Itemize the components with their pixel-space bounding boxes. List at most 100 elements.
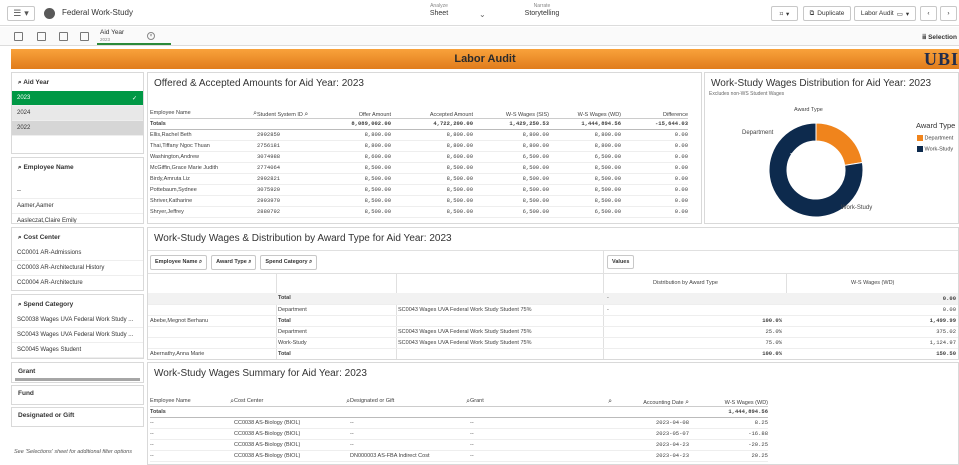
table-row[interactable]: Abebe,Megnot Berhanu Total 100.0% 1,499.99: [148, 315, 958, 326]
column-header[interactable]: Distribution by Award Type: [653, 280, 718, 286]
duplicate-button[interactable]: ⧉ Duplicate: [803, 6, 851, 21]
list-item[interactable]: Aamer,Aamer: [12, 199, 143, 214]
filter-pane-grant[interactable]: Grant: [11, 362, 144, 383]
table-row[interactable]: -- CC0038 AS-Biology (BIOL) DN000003 AS-FB…: [150, 450, 768, 461]
legend-item-work-study[interactable]: Work-Study: [917, 146, 953, 152]
table-cell: 8,800.00: [364, 142, 391, 149]
smart-search-icon[interactable]: [14, 32, 23, 41]
table-cell: --: [470, 452, 474, 459]
next-sheet-button[interactable]: ›: [940, 6, 957, 21]
list-item[interactable]: CC0003 AR-Architectural History: [12, 261, 143, 276]
donut-slice-department[interactable]: [815, 122, 863, 166]
column-header[interactable]: Offer Amount: [317, 97, 391, 118]
table-cell: Ellis,Rachel Beth: [150, 131, 192, 138]
table-row[interactable]: Washington,Andrew 3074988 8,600.00 8,600.00…: [150, 151, 688, 162]
filter-pane-employee-name[interactable]: ⌕ Employee Name -- Aamer,Aamer Aasleczat…: [11, 157, 144, 224]
selections-tool-button[interactable]: ⅲ Selection: [922, 33, 957, 41]
legend-item-department[interactable]: Department: [917, 135, 953, 141]
table-row[interactable]: -- CC0038 AS-Biology (BIOL) -- -- 2023-04-08…: [150, 417, 768, 428]
list-item-label: 2023: [17, 95, 31, 101]
clear-icon[interactable]: ×: [147, 32, 155, 40]
column-header[interactable]: Designated or Gift ⌕: [350, 385, 470, 406]
selections-label: Selection: [928, 34, 957, 41]
totals-cell: [612, 406, 689, 417]
logo: UBI: [923, 49, 959, 69]
table-row[interactable]: Department SC0043 Wages UVA Federal Work …: [148, 326, 958, 337]
bookmark-button[interactable]: ⌑ ▾: [771, 6, 798, 21]
list-item[interactable]: CC0001 AR-Admissions: [12, 246, 143, 261]
clear-selections-icon[interactable]: [80, 32, 89, 41]
list-item[interactable]: CC0004 AR-Architecture: [12, 276, 143, 290]
search-icon[interactable]: ⌕: [608, 398, 612, 406]
column-header[interactable]: Accounting Date ⌕: [612, 385, 689, 406]
table-row[interactable]: Thai,Tiffany Ngoc Thuan 2756181 8,800.00 8,…: [150, 140, 688, 151]
table-cell: --: [470, 430, 474, 437]
list-item[interactable]: SC0038 Wages UVA Federal Work Study ...: [12, 313, 143, 328]
list-item[interactable]: 2024: [12, 106, 143, 121]
chip-spend-category[interactable]: Spend Category ⌕: [260, 255, 318, 270]
filter-pane-designated-or-gift[interactable]: Designated or Gift: [11, 407, 144, 427]
table-cell: 8,500.00: [446, 164, 473, 171]
filter-pane-aid-year[interactable]: ⌕ Aid Year 2023 ✓ 2024 2022: [11, 72, 144, 154]
navigation-menu-button[interactable]: ☰ ▾: [7, 6, 35, 21]
table-cell: CC0038 AS-Biology (BIOL): [234, 441, 301, 448]
column-header[interactable]: Grant ⌕: [470, 385, 612, 406]
list-item[interactable]: --: [12, 184, 143, 199]
step-back-icon[interactable]: [37, 32, 46, 41]
column-header[interactable]: Student System ID ⌕: [257, 97, 317, 118]
analyze-tab[interactable]: Analyze Sheet: [409, 3, 469, 17]
list-item[interactable]: Aasleczat,Claire Emily: [12, 214, 143, 223]
filter-pane-fund[interactable]: Fund: [11, 385, 144, 405]
column-header[interactable]: Cost Center ⌕: [234, 385, 350, 406]
chevron-down-icon: ▾: [24, 8, 29, 18]
table-cell: SC0043 Wages UVA Federal Work Study Stud…: [398, 339, 532, 346]
sheet-banner: Labor Audit UBI: [11, 49, 959, 69]
column-header[interactable]: Difference: [621, 97, 688, 118]
column-header[interactable]: Employee Name ⌕: [150, 385, 234, 406]
list-item[interactable]: SC0045 Wages Student: [12, 343, 143, 358]
table-row[interactable]: Abernathy,Anna Marie Total 100.0% 150.50: [148, 348, 958, 359]
table-row[interactable]: -- CC0038 AS-Biology (BIOL) -- -- 2023-05-07…: [150, 428, 768, 439]
column-header[interactable]: W-S Wages (WD): [549, 97, 621, 118]
chevron-down-icon[interactable]: ⌄: [479, 10, 486, 19]
column-header[interactable]: Accepted Amount: [391, 97, 473, 118]
table-row[interactable]: Pottebaum,Sydnee 3075920 8,500.00 8,500.00 8…: [150, 184, 688, 195]
table-row[interactable]: Shryer,Jeffrey 2880792 8,500.00 8,500.00 6,5…: [150, 206, 688, 217]
narrate-tab[interactable]: Narrate Storytelling: [512, 3, 572, 17]
chevron-down-icon: ▾: [905, 10, 910, 18]
column-header[interactable]: W-S Wages (WD): [851, 280, 894, 286]
filter-pane-cost-center[interactable]: ⌕ Cost Center CC0001 AR-Admissions CC000…: [11, 227, 144, 291]
list-item[interactable]: 2022: [12, 121, 143, 136]
table-row[interactable]: Total - 0.00: [148, 293, 958, 304]
table-cell: 6,500.00: [594, 208, 621, 215]
table-cell: SC0043 Wages UVA Federal Work Study Stud…: [398, 328, 532, 335]
selection-chip-aid-year[interactable]: Aid Year 2023 ×: [97, 28, 171, 45]
filter-scrollbar[interactable]: [15, 378, 140, 381]
chip-values[interactable]: Values: [607, 255, 635, 269]
search-icon[interactable]: ⌕: [685, 399, 689, 406]
column-header[interactable]: W-S Wages (SIS): [473, 97, 549, 118]
list-item[interactable]: SC0043 Wages UVA Federal Work Study ...: [12, 328, 143, 343]
search-icon[interactable]: ⌕: [304, 111, 308, 118]
table-cell: [148, 304, 276, 315]
chip-label: Award Type: [216, 259, 247, 265]
step-forward-icon[interactable]: [59, 32, 68, 41]
table-row[interactable]: Department SC0043 Wages UVA Federal Work …: [148, 304, 958, 315]
column-header[interactable]: Employee Name ⌕: [150, 97, 257, 118]
table-cell: [623, 293, 786, 304]
table-cell: --: [350, 430, 354, 437]
previous-sheet-button[interactable]: ‹: [920, 6, 937, 21]
chip-employee-name[interactable]: Employee Name ⌕: [150, 255, 208, 270]
sheet-selector[interactable]: Labor Audit ▭ ▾: [854, 6, 916, 21]
table-row[interactable]: -- CC0038 AS-Biology (BIOL) -- -- 2023-04-23…: [150, 439, 768, 450]
table-row[interactable]: Shriver,Katharine 2993970 8,500.00 8,500.00…: [150, 195, 688, 206]
table-row[interactable]: Birdy,Amruta Liz 2992821 8,500.00 8,500.00 8…: [150, 173, 688, 184]
list-item[interactable]: 2023 ✓: [12, 91, 143, 106]
table-cell: -: [607, 295, 609, 302]
column-header[interactable]: W-S Wages (WD): [689, 385, 768, 406]
table-row[interactable]: Work-Study SC0043 Wages UVA Federal Work …: [148, 337, 958, 348]
filter-pane-spend-category[interactable]: ⌕ Spend Category SC0038 Wages UVA Federa…: [11, 294, 144, 359]
table-row[interactable]: Ellis,Rachel Beth 2992859 8,800.00 8,800.00…: [150, 129, 688, 140]
table-row[interactable]: McGiffin,Grace Marie Judith 2774064 8,500.…: [150, 162, 688, 173]
chip-award-type[interactable]: Award Type ⌕: [211, 255, 257, 270]
